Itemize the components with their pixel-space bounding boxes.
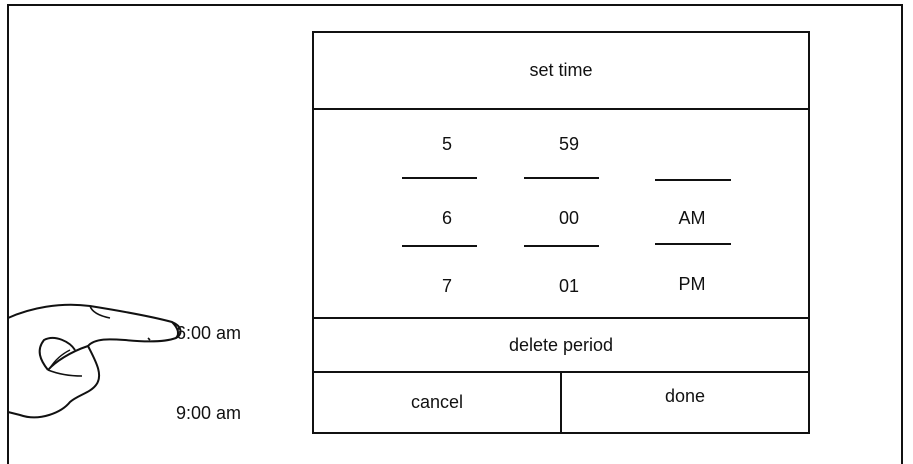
period-option-selected[interactable]: AM (652, 208, 732, 228)
minute-selection-top-line (524, 177, 599, 179)
minute-selection-bottom-line (524, 245, 599, 247)
delete-period-button[interactable]: delete period (314, 317, 808, 373)
hour-option-selected[interactable]: 6 (407, 208, 487, 228)
cancel-button[interactable]: cancel (314, 373, 562, 432)
minute-option-next[interactable]: 01 (529, 276, 609, 296)
done-label: done (664, 386, 706, 406)
pointing-hand-icon (7, 303, 182, 419)
done-button[interactable]: done (562, 373, 808, 432)
period-option-next[interactable]: PM (652, 274, 732, 294)
set-time-dialog: set time 5 6 7 59 00 01 AM PM delete per… (312, 31, 810, 434)
dialog-title-text: set time (529, 60, 593, 80)
cancel-label: cancel (410, 392, 464, 412)
hour-option-next[interactable]: 7 (407, 276, 487, 296)
hour-option-prev[interactable]: 5 (407, 134, 487, 154)
period-selection-bottom-line (655, 243, 731, 245)
hour-selection-bottom-line (402, 245, 477, 247)
delete-period-label: delete period (508, 334, 614, 355)
time-picker[interactable]: 5 6 7 59 00 01 AM PM (314, 110, 808, 318)
hour-selection-top-line (402, 177, 477, 179)
period-selection-top-line (655, 179, 731, 181)
minute-option-prev[interactable]: 59 (529, 134, 609, 154)
dialog-button-row: cancel done (314, 373, 808, 432)
dialog-title: set time (314, 33, 808, 110)
minute-option-selected[interactable]: 00 (529, 208, 609, 228)
